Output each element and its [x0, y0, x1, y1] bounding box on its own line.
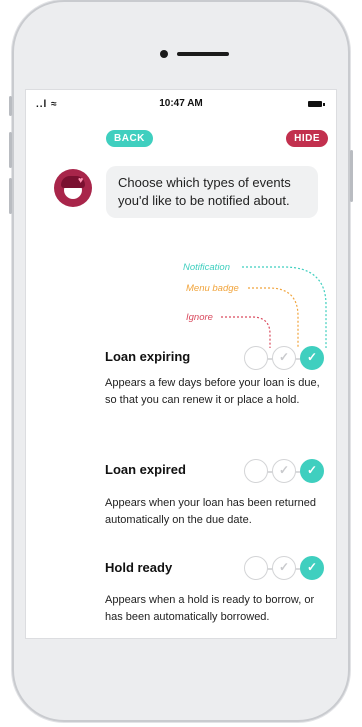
front-camera	[160, 50, 168, 58]
check-icon: ✓	[278, 463, 290, 477]
menu-badge-option[interactable]: ✓	[272, 346, 296, 370]
choice-row-loan-expired: ✓ ✓	[244, 459, 326, 485]
power-button	[350, 150, 353, 202]
notification-option[interactable]: ✓	[300, 346, 324, 370]
legend-notification: Notification	[183, 262, 230, 273]
event-title-loan-expired: Loan expired	[105, 462, 186, 477]
ignore-option[interactable]	[244, 459, 268, 483]
event-description-loan-expiring: Appears a few days before your loan is d…	[105, 377, 320, 406]
notification-connector	[242, 266, 327, 348]
check-icon: ✓	[306, 350, 318, 364]
check-icon: ✓	[278, 350, 290, 364]
legend-connectors	[221, 266, 327, 348]
check-icon: ✓	[306, 560, 318, 574]
ignore-option[interactable]	[244, 556, 268, 580]
ignore-option[interactable]	[244, 346, 268, 370]
screen-bottom-edge	[26, 628, 336, 638]
event-title-loan-expiring: Loan expiring	[105, 349, 191, 364]
earpiece-speaker	[177, 52, 229, 56]
check-icon: ✓	[278, 560, 290, 574]
volume-up-button	[9, 132, 12, 168]
notification-option[interactable]: ✓	[300, 556, 324, 580]
volume-down-button	[9, 178, 12, 214]
event-description-hold-ready: Appears when a hold is ready to borrow, …	[105, 594, 315, 623]
choice-row-hold-ready: ✓ ✓	[244, 556, 326, 582]
legend-ignore: Ignore	[186, 312, 213, 323]
menu-badge-option[interactable]: ✓	[272, 556, 296, 580]
phone-frame: ..l ≈ 10:47 AM BACK HIDE ♥ Choose which …	[9, 0, 353, 722]
menu-badge-connector	[248, 287, 299, 348]
notification-option[interactable]: ✓	[300, 459, 324, 483]
ignore-connector	[221, 316, 271, 348]
menu-badge-option[interactable]: ✓	[272, 459, 296, 483]
check-icon: ✓	[306, 463, 318, 477]
mute-switch	[9, 96, 12, 116]
legend-menu-badge: Menu badge	[186, 283, 239, 294]
event-description-loan-expired: Appears when your loan has been returned…	[105, 497, 316, 526]
choice-row-loan-expiring: ✓ ✓	[244, 346, 326, 372]
phone-screen: ..l ≈ 10:47 AM BACK HIDE ♥ Choose which …	[26, 90, 336, 638]
event-title-hold-ready: Hold ready	[105, 560, 173, 575]
